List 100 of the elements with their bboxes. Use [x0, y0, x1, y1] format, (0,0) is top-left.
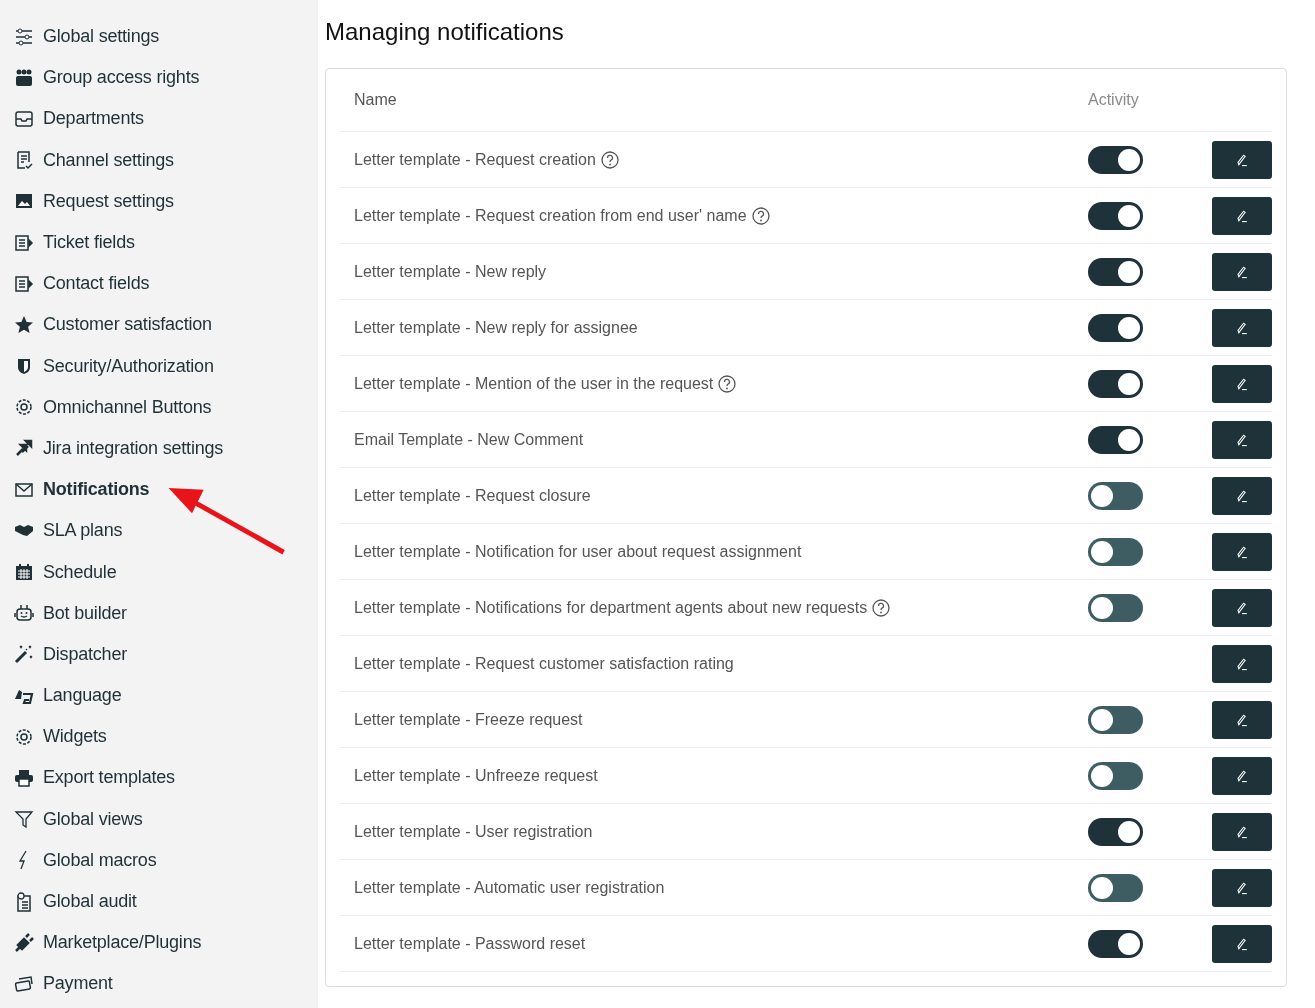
toggle-switch[interactable] [1088, 481, 1143, 510]
help-icon[interactable] [751, 206, 770, 225]
pencil-icon [1234, 375, 1250, 392]
template-name: Email Template - New Comment [354, 430, 584, 449]
edit-button[interactable] [1212, 812, 1272, 851]
toggle-switch[interactable] [1088, 369, 1143, 398]
edit-button[interactable] [1212, 700, 1272, 739]
template-name: Letter template - Freeze request [354, 710, 583, 729]
template-name: Letter template - New reply [354, 262, 547, 281]
people-icon [14, 67, 34, 88]
toggle-switch[interactable] [1088, 929, 1143, 958]
sidebar-item[interactable]: Global macros [0, 839, 318, 881]
sidebar-item[interactable]: Departments [0, 98, 318, 140]
template-name: Letter template - New reply for assignee [354, 318, 638, 337]
edit-button[interactable] [1212, 364, 1272, 403]
help-icon[interactable] [600, 150, 619, 169]
gear-icon [14, 726, 34, 747]
template-name: Letter template - Password reset [354, 934, 586, 953]
sidebar-item[interactable]: Jira integration settings [0, 427, 318, 470]
sidebar-item[interactable]: Group access rights [0, 57, 318, 99]
clipboard-icon [14, 891, 34, 912]
sidebar-item[interactable]: Payment [0, 963, 318, 1005]
form-icon [14, 232, 34, 253]
plug-icon [14, 932, 34, 953]
edit-button[interactable] [1212, 252, 1272, 291]
edit-button[interactable] [1212, 476, 1272, 515]
edit-button[interactable] [1212, 140, 1272, 179]
edit-button[interactable] [1212, 756, 1272, 795]
pencil-icon [1234, 543, 1250, 560]
pencil-icon [1234, 151, 1250, 168]
template-name: Letter template - Request closure [354, 486, 591, 505]
edit-button[interactable] [1212, 532, 1272, 571]
sidebar-item[interactable]: Schedule [0, 551, 318, 593]
help-icon[interactable] [718, 374, 737, 393]
sidebar-item[interactable]: Export templates [0, 757, 318, 799]
sidebar-item[interactable]: Bot builder [0, 592, 318, 634]
printer-icon [14, 767, 34, 788]
pencil-icon [1234, 823, 1250, 840]
page-title: Managing notifications [325, 18, 565, 46]
template-name: Letter template - Request customer satisfaction rating [354, 654, 734, 673]
sidebar-item[interactable]: Global settings [0, 16, 318, 58]
template-name: Letter template - Notifications for department agents about new requests [354, 598, 868, 617]
toggle-switch[interactable] [1088, 537, 1143, 566]
edit-button[interactable] [1212, 308, 1272, 347]
inbox-icon [14, 108, 34, 129]
edit-button[interactable] [1212, 644, 1272, 683]
sidebar-item[interactable]: Language [0, 675, 318, 717]
template-name: Letter template - Unfreeze request [354, 766, 598, 785]
robot-icon [14, 603, 34, 624]
edit-button[interactable] [1212, 588, 1272, 627]
sidebar-item[interactable]: Global views [0, 798, 318, 840]
sidebar-item[interactable]: Widgets [0, 716, 318, 758]
edit-button[interactable] [1212, 924, 1272, 963]
star-icon [14, 314, 34, 335]
sidebar-item[interactable]: SLA plans [0, 510, 318, 552]
sidebar-item[interactable]: Customer satisfaction [0, 304, 318, 346]
toggle-switch[interactable] [1088, 873, 1143, 902]
sidebar-item[interactable]: Marketplace/Plugins [0, 922, 318, 964]
toggle-switch[interactable] [1088, 593, 1143, 622]
toggle-switch[interactable] [1088, 425, 1143, 454]
sidebar-item[interactable]: Omnichannel Buttons [0, 386, 318, 428]
pencil-icon [1234, 263, 1250, 280]
toggle-switch[interactable] [1088, 313, 1143, 342]
template-name: Letter template - Notification for user about request assignment [354, 542, 802, 561]
funnel-icon [14, 809, 34, 830]
sidebar-item[interactable]: Security/Authorization [0, 345, 318, 387]
toggle-switch[interactable] [1088, 201, 1143, 230]
pencil-icon [1234, 879, 1250, 896]
pencil-icon [1234, 487, 1250, 504]
edit-button[interactable] [1212, 420, 1272, 459]
sidebar-item[interactable]: Contact fields [0, 263, 318, 305]
wand-icon [14, 644, 34, 665]
pencil-icon [1234, 599, 1250, 616]
template-name: Letter template - User registration [354, 822, 593, 841]
toggle-switch[interactable] [1088, 817, 1143, 846]
pencil-icon [1234, 767, 1250, 784]
template-name: Letter template - Request creation [354, 150, 596, 169]
template-name: Letter template - Request creation from end user' name [354, 206, 747, 225]
sidebar-item[interactable]: Request settings [0, 180, 318, 222]
form-icon [14, 273, 34, 294]
sliders-icon [14, 26, 34, 47]
sidebar-item[interactable]: Channel settings [0, 139, 318, 181]
toggle-switch[interactable] [1088, 761, 1143, 790]
cash-icon [14, 973, 34, 994]
toggle-switch[interactable] [1088, 257, 1143, 286]
edit-button[interactable] [1212, 868, 1272, 907]
pencil-icon [1234, 655, 1250, 672]
pencil-icon [1234, 319, 1250, 336]
column-header: Name [353, 91, 398, 109]
help-icon[interactable] [872, 598, 891, 617]
toggle-switch[interactable] [1088, 705, 1143, 734]
pencil-icon [1234, 711, 1250, 728]
calendar-icon [14, 562, 34, 583]
toggle-switch[interactable] [1088, 145, 1143, 174]
column-header: Activity [1088, 91, 1140, 109]
edit-button[interactable] [1212, 196, 1272, 235]
sidebar-item[interactable]: Global audit [0, 880, 318, 923]
sidebar-item[interactable]: Ticket fields [0, 221, 318, 264]
sidebar-item[interactable]: Dispatcher [0, 633, 318, 675]
sidebar-item[interactable]: Notifications [0, 469, 318, 511]
